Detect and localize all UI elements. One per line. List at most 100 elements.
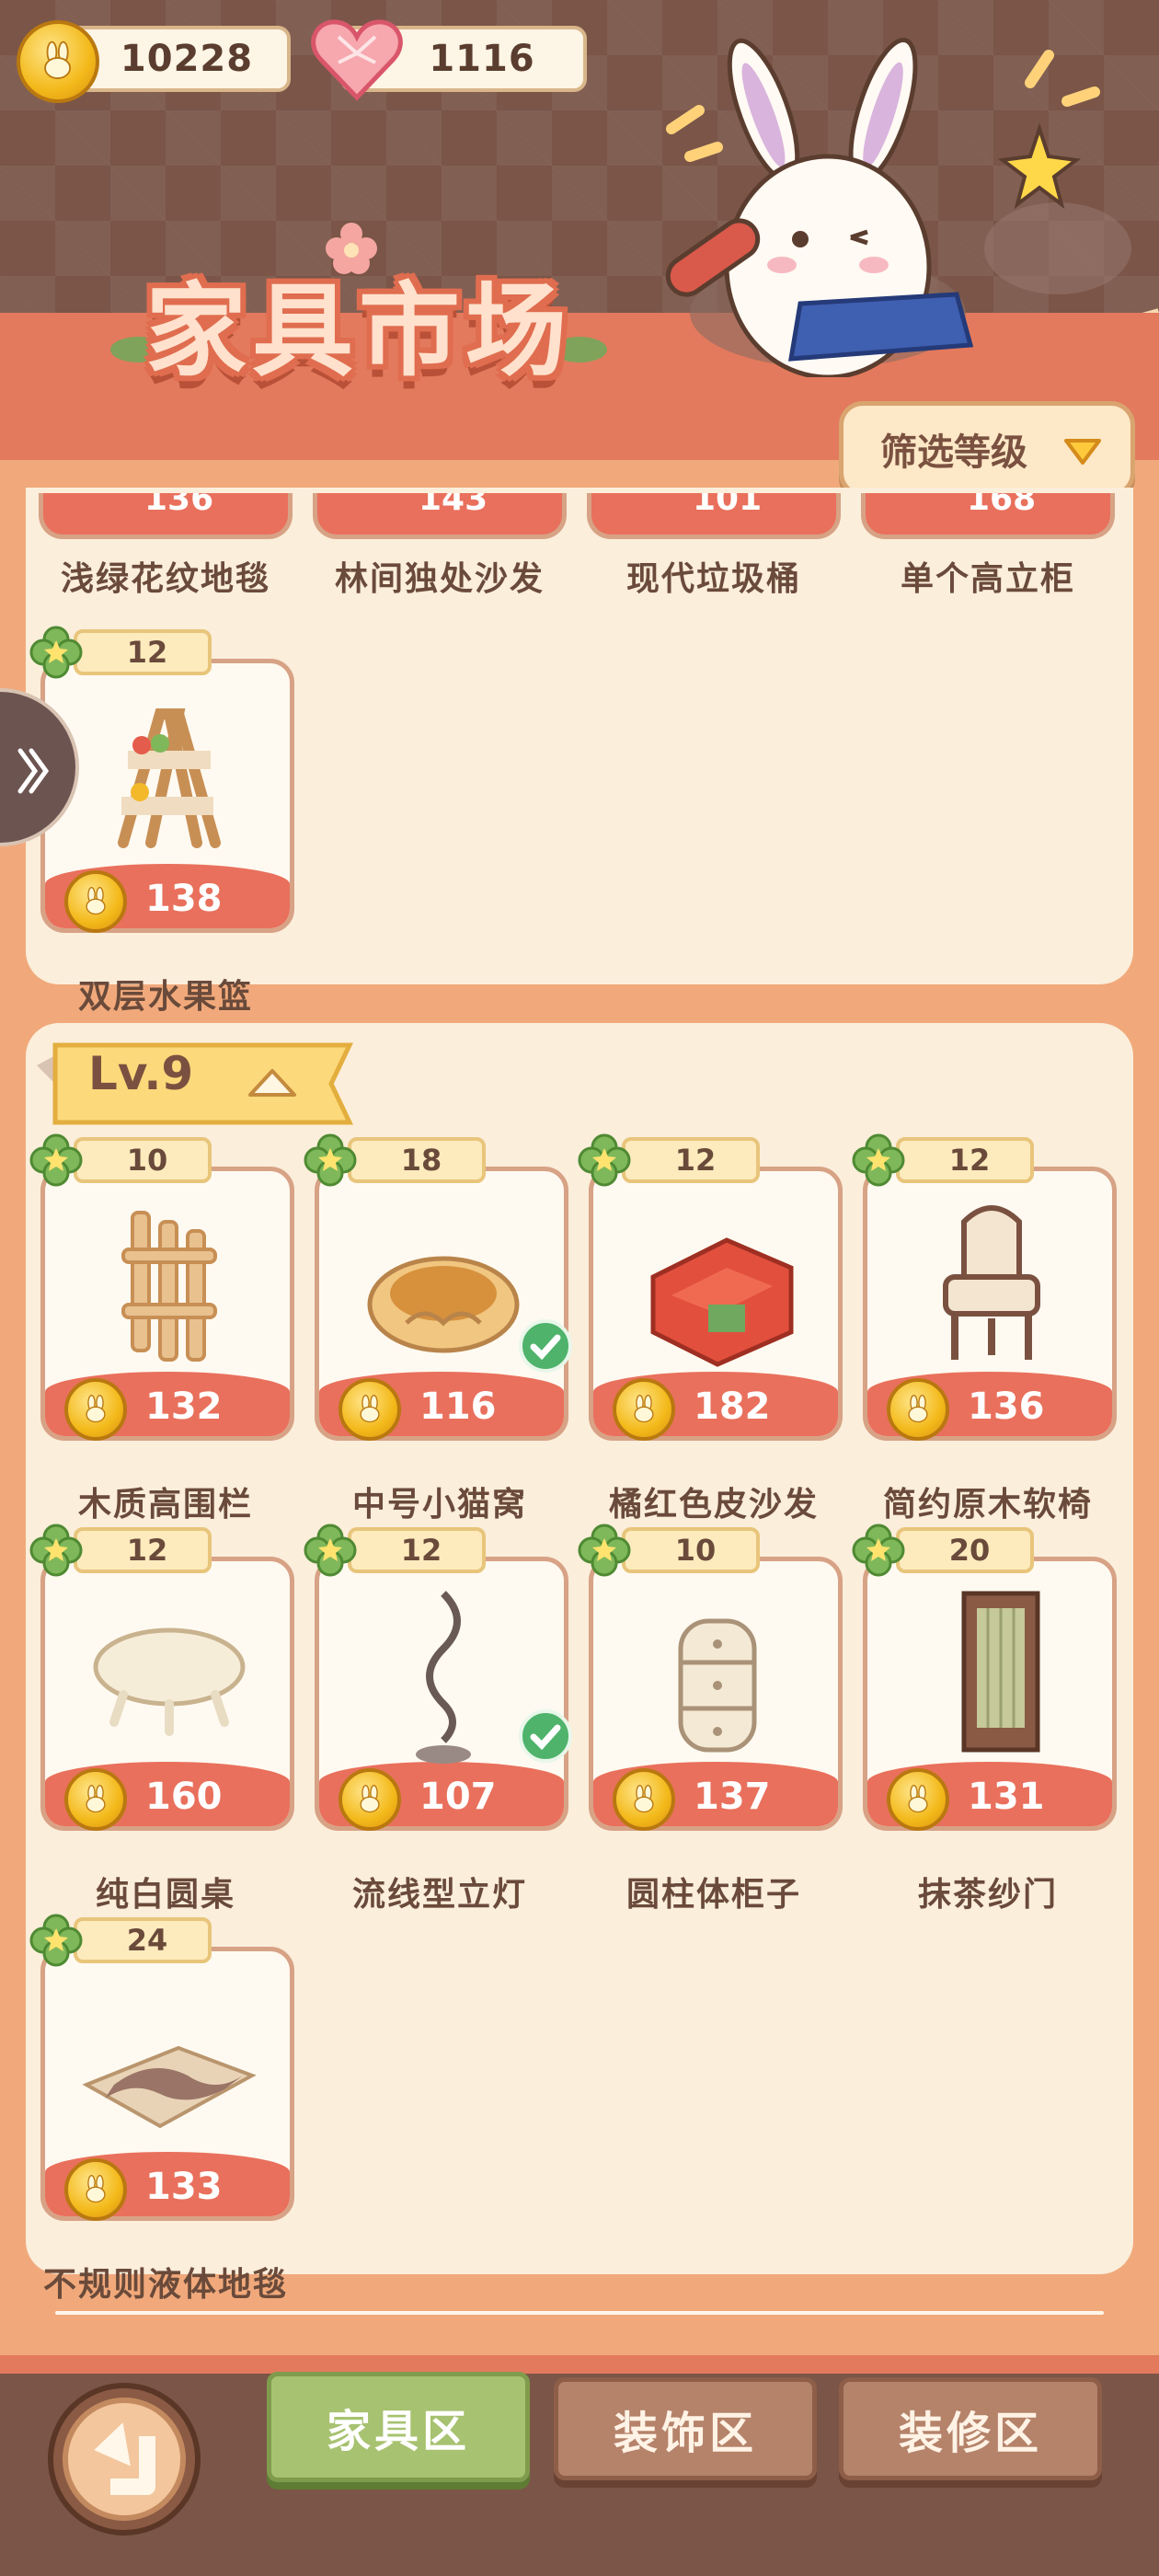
required-level: 12 xyxy=(622,1137,760,1183)
coin-icon xyxy=(613,1378,675,1441)
item-price: 107 xyxy=(419,1776,497,1818)
coin-icon xyxy=(64,1378,127,1441)
partial-card-2[interactable]: 143 xyxy=(313,493,567,539)
coin-amount: 10228 xyxy=(120,38,254,80)
filter-label: 筛选等级 xyxy=(880,431,1027,474)
item-price: 116 xyxy=(419,1386,497,1428)
item-name: 浅绿花纹地毯 xyxy=(60,560,270,598)
item-name: 橘红色皮沙发 xyxy=(608,1486,819,1524)
coin-icon xyxy=(17,20,99,103)
required-level: 18 xyxy=(348,1137,486,1183)
partial-price: 168 xyxy=(967,493,1037,518)
item-name: 中号小猫窝 xyxy=(351,1486,527,1524)
level-label: Lv.9 xyxy=(88,1047,194,1100)
furniture-card[interactable]: 136 12 xyxy=(850,1133,1126,1468)
item-price: 160 xyxy=(145,1776,223,1818)
item-price: 131 xyxy=(968,1776,1045,1818)
clover-icon xyxy=(29,1524,83,1577)
required-level: 10 xyxy=(74,1137,212,1183)
item-name: 纯白圆桌 xyxy=(95,1876,235,1914)
coin-icon xyxy=(339,1768,401,1831)
heart-amount: 1116 xyxy=(429,38,535,80)
clover-icon xyxy=(304,1524,357,1577)
furniture-card[interactable]: 160 12 xyxy=(28,1524,304,1858)
item-name: 单个高立柜 xyxy=(900,560,1075,598)
level-tag xyxy=(37,1042,353,1125)
required-level: 12 xyxy=(74,629,212,675)
tab-label: 装修区 xyxy=(898,2408,1042,2459)
furniture-card[interactable]: 107 12 xyxy=(302,1524,578,1858)
required-level: 10 xyxy=(622,1527,760,1573)
item-price: 136 xyxy=(968,1386,1045,1428)
furniture-card[interactable]: 137 10 xyxy=(576,1524,852,1858)
partial-card-3[interactable]: 101 xyxy=(587,493,841,539)
heart-gem-icon xyxy=(311,19,403,101)
furniture-image xyxy=(678,1618,757,1753)
clover-icon xyxy=(852,1524,905,1577)
furniture-card[interactable]: 116 18 xyxy=(302,1133,578,1468)
item-name: 林间独处沙发 xyxy=(334,560,545,598)
tab-furniture[interactable]: 家具区 xyxy=(267,2372,530,2482)
item-name: 流线型立灯 xyxy=(351,1876,527,1914)
clover-icon xyxy=(578,1524,631,1577)
tab-decoration[interactable]: 装饰区 xyxy=(554,2377,817,2480)
tab-renovation[interactable]: 装修区 xyxy=(839,2377,1102,2480)
item-name: 木质高围栏 xyxy=(77,1486,253,1524)
owned-check-icon xyxy=(519,1319,572,1373)
clover-icon xyxy=(852,1133,905,1187)
furniture-card[interactable]: 133 24 xyxy=(28,1914,304,2248)
title-banner: 家具市场 xyxy=(83,221,635,396)
item-price: 133 xyxy=(145,2166,223,2208)
coin-icon xyxy=(64,1768,127,1831)
required-level: 12 xyxy=(74,1527,212,1573)
clover-icon xyxy=(304,1133,357,1187)
clover-icon xyxy=(29,1133,83,1187)
clover-icon xyxy=(578,1133,631,1187)
item-name: 双层水果篮 xyxy=(77,978,253,1016)
partial-card-4[interactable]: 168 xyxy=(861,493,1115,539)
item-price: 138 xyxy=(145,878,223,920)
furniture-card[interactable]: 132 10 xyxy=(28,1133,304,1468)
item-price: 132 xyxy=(145,1386,223,1428)
coin-icon xyxy=(339,1378,401,1441)
tab-label: 家具区 xyxy=(326,2406,470,2457)
furniture-image xyxy=(961,1591,1040,1753)
back-button[interactable] xyxy=(46,2381,202,2537)
required-level: 20 xyxy=(896,1527,1034,1573)
furniture-image xyxy=(121,1211,217,1362)
double-chevron-right-icon xyxy=(17,748,50,794)
furniture-image xyxy=(93,1627,246,1736)
flower-icon xyxy=(326,223,377,274)
owned-check-icon xyxy=(519,1709,572,1763)
item-name: 简约原木软椅 xyxy=(882,1486,1093,1524)
item-name: 现代垃圾桶 xyxy=(625,560,801,598)
furniture-image xyxy=(650,1237,794,1367)
coin-icon xyxy=(887,1768,949,1831)
item-price: 137 xyxy=(694,1776,771,1818)
furniture-card[interactable]: 182 12 xyxy=(576,1133,852,1468)
furniture-image xyxy=(82,2045,257,2129)
furniture-card[interactable]: 131 20 xyxy=(850,1524,1126,1858)
partial-price: 143 xyxy=(419,493,488,518)
furniture-image xyxy=(943,1205,1040,1360)
coin-icon xyxy=(887,1378,949,1441)
filter-level-button[interactable]: 筛选等级 xyxy=(839,401,1135,497)
item-name: 不规则液体地毯 xyxy=(42,2266,288,2304)
tab-label: 装饰区 xyxy=(613,2408,757,2459)
coin-icon xyxy=(64,870,127,933)
chevron-down-icon xyxy=(1064,439,1101,465)
item-name: 圆柱体柜子 xyxy=(625,1876,801,1914)
clover-icon xyxy=(29,1914,83,1967)
item-price: 182 xyxy=(694,1386,771,1428)
required-level: 12 xyxy=(896,1137,1034,1183)
bunny-mascot-icon xyxy=(665,37,1131,377)
partial-card-1[interactable]: 136 xyxy=(39,493,293,539)
partial-price: 101 xyxy=(693,493,763,518)
clover-icon xyxy=(29,626,83,679)
item-name: 抹茶纱门 xyxy=(917,1876,1058,1914)
required-level: 24 xyxy=(74,1917,212,1963)
coin-icon xyxy=(613,1768,675,1831)
partial-price: 136 xyxy=(144,493,214,518)
list-end-divider xyxy=(55,2311,1104,2315)
coin-icon xyxy=(64,2158,127,2221)
